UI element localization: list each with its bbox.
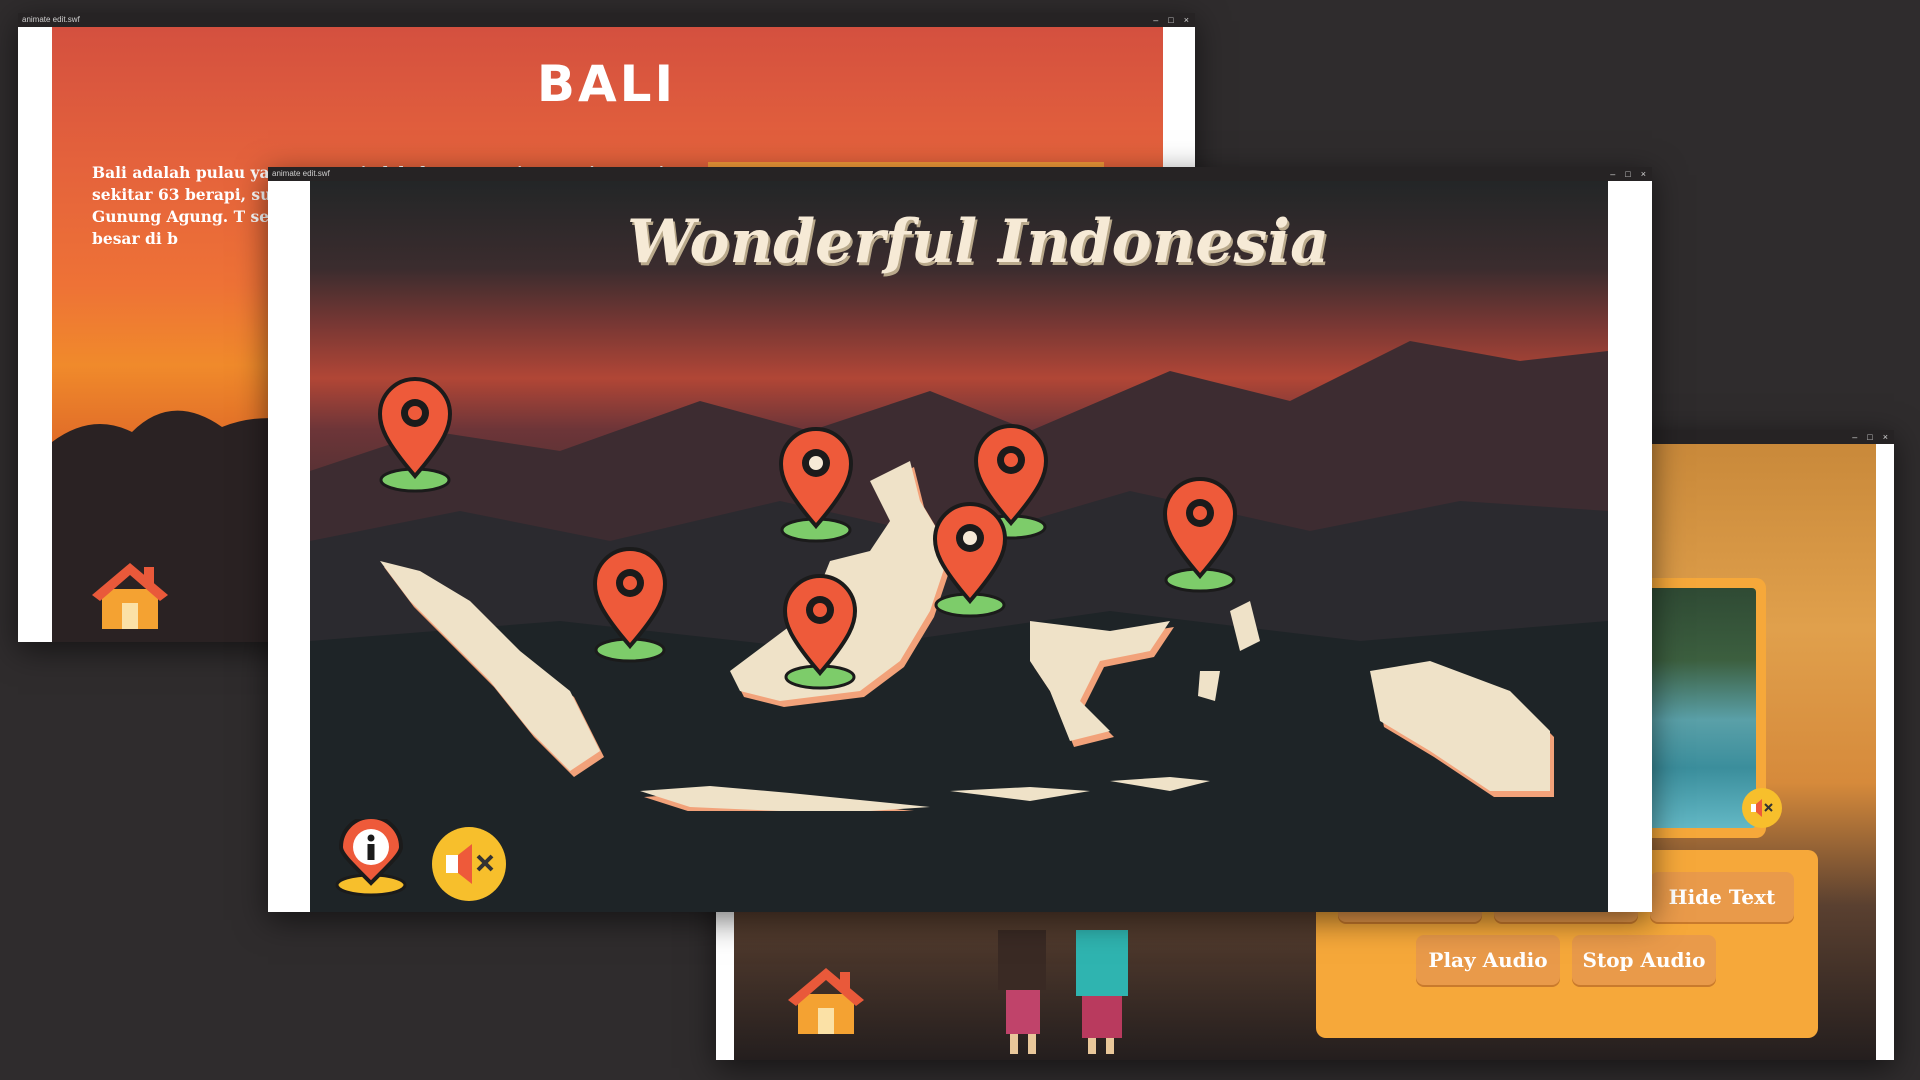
map-pin-icon[interactable] <box>1159 476 1241 596</box>
close-button[interactable]: × <box>1184 13 1189 27</box>
culture-window-controls: – □ × <box>1852 430 1888 444</box>
speaker-mute-icon[interactable] <box>1742 788 1782 828</box>
main-heading: Wonderful Indonesia <box>627 207 1329 277</box>
play-audio-button[interactable]: Play Audio <box>1416 935 1560 985</box>
hide-text-button[interactable]: Hide Text <box>1650 872 1794 922</box>
close-button[interactable]: × <box>1641 167 1646 181</box>
traditional-costume-figures <box>998 930 1128 1054</box>
map-pin-icon[interactable] <box>779 573 861 693</box>
main-titlebar: animate edit.swf – □ × <box>268 167 1652 181</box>
maximize-button[interactable]: □ <box>1168 13 1173 27</box>
map-pin-icon[interactable] <box>374 376 456 496</box>
stop-audio-button[interactable]: Stop Audio <box>1572 935 1716 985</box>
home-icon[interactable] <box>786 964 866 1036</box>
info-icon[interactable] <box>331 819 411 899</box>
letterbox-left <box>18 27 52 642</box>
bali-window-controls: – □ × <box>1153 13 1189 27</box>
home-icon[interactable] <box>90 559 170 631</box>
map-pin-icon[interactable] <box>929 501 1011 621</box>
maximize-button[interactable]: □ <box>1625 167 1630 181</box>
map-pin-icon[interactable] <box>589 546 671 666</box>
minimize-button[interactable]: – <box>1852 430 1857 444</box>
letterbox-left <box>268 181 310 912</box>
speaker-mute-icon[interactable] <box>432 827 506 901</box>
speaker-mute-glyph <box>1751 799 1773 817</box>
main-window-controls: – □ × <box>1610 167 1646 181</box>
maximize-button[interactable]: □ <box>1867 430 1872 444</box>
main-stage: Wonderful Indonesia <box>268 181 1652 912</box>
bali-titlebar: animate edit.swf – □ × <box>18 13 1195 27</box>
minimize-button[interactable]: – <box>1153 13 1158 27</box>
bali-window-title: animate edit.swf <box>22 15 80 24</box>
letterbox-right <box>1876 444 1894 1060</box>
main-window: animate edit.swf – □ × Wonderful Indones… <box>268 167 1652 912</box>
close-button[interactable]: × <box>1883 430 1888 444</box>
letterbox-right <box>1608 181 1652 912</box>
minimize-button[interactable]: – <box>1610 167 1615 181</box>
speaker-mute-glyph <box>446 844 494 884</box>
map-pin-icon[interactable] <box>775 426 857 546</box>
bali-heading: BALI <box>536 55 677 113</box>
main-window-title: animate edit.swf <box>272 169 330 178</box>
